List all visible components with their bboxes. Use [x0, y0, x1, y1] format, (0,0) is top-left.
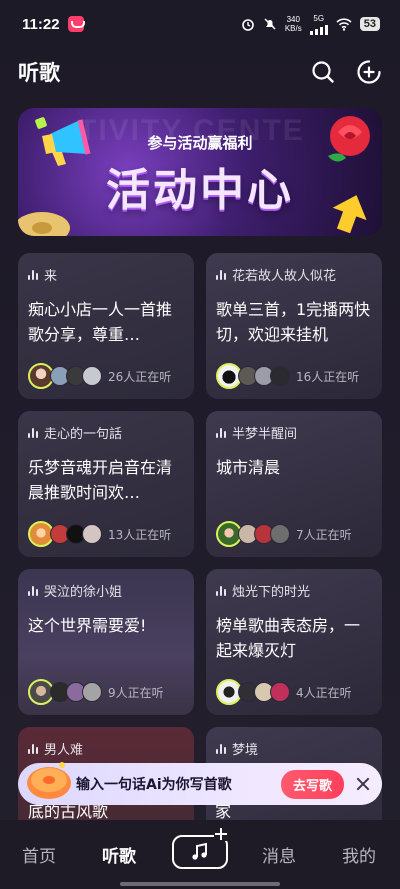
header: 听歌 [0, 52, 400, 92]
arrow-up-icon [332, 195, 367, 234]
room-host: 花若故人故人似花 [232, 268, 337, 284]
plus-icon [214, 827, 228, 841]
sound-wave-icon [28, 585, 38, 596]
nav-me[interactable]: 我的 [342, 842, 376, 867]
add-room-button[interactable] [356, 59, 382, 85]
signal-icon [309, 23, 328, 35]
room-title: 城市清晨 [216, 458, 281, 477]
listener-avatars [28, 363, 102, 389]
sound-wave-icon [28, 269, 38, 280]
room-card[interactable]: 花若故人故人似花 歌单三首，1完播两快切，欢迎来挂机 16人正在听 [206, 253, 382, 399]
net-speed-unit: KB/s [284, 24, 302, 33]
network-type: 5G [313, 13, 325, 23]
create-music-button[interactable] [172, 827, 228, 869]
room-host: 半梦半醒间 [232, 426, 298, 442]
listener-avatars [28, 679, 102, 705]
room-card[interactable]: 走心的一句話 乐梦音魂开启音在清晨推歌时间欢… 13人正在听 [18, 411, 194, 557]
search-button[interactable] [310, 59, 336, 85]
record-icon [18, 212, 70, 236]
listener-count: 16人正在听 [296, 369, 360, 384]
net-speed: 340 KB/s [285, 15, 302, 33]
listener-avatars [216, 679, 290, 705]
room-card[interactable]: 来 痴心小店一人一首推歌分享，尊重… 26人正在听 [18, 253, 194, 399]
nav-home[interactable]: 首页 [22, 842, 56, 867]
mute-icon [264, 18, 276, 30]
room-card[interactable]: 烛光下的时光 榜单歌曲表态房，一起来爆灭灯 4人正在听 [206, 569, 382, 715]
ai-song-prompt[interactable]: 输入一句话Ai为你写首歌 去写歌 [18, 762, 382, 805]
sound-wave-icon [216, 427, 226, 438]
alarm-icon [242, 19, 254, 31]
page-title: 听歌 [18, 61, 60, 85]
listener-avatars [216, 363, 290, 389]
sound-wave-icon [28, 743, 38, 754]
sound-wave-icon [216, 269, 226, 280]
vinyl-record-icon [27, 762, 71, 799]
listener-count: 13人正在听 [108, 527, 172, 542]
room-title: 榜单歌曲表态房，一起来爆灭灯 [216, 616, 361, 660]
room-host: 烛光下的时光 [232, 584, 311, 600]
room-host: 来 [44, 268, 58, 284]
listener-count: 26人正在听 [108, 369, 172, 384]
nav-messages[interactable]: 消息 [262, 842, 296, 867]
avatar [82, 366, 102, 386]
activity-center-banner[interactable]: TIVITY CENTE 参与活动赢福利 活动中心 [18, 108, 382, 236]
room-title: 痴心小店一人一首推歌分享，尊重… [28, 300, 173, 344]
home-indicator [120, 882, 280, 886]
room-host: 哭泣的徐小姐 [44, 584, 123, 600]
music-note-icon [192, 842, 207, 860]
add-circle-icon [357, 60, 381, 84]
banner-subtitle: 参与活动赢福利 [147, 134, 253, 152]
avatar [82, 682, 102, 702]
bottom-nav: 首页 听歌 消息 我的 [0, 820, 400, 889]
battery-indicator: 53 [359, 17, 380, 31]
sound-wave-icon [216, 585, 226, 596]
listener-avatars [28, 521, 102, 547]
status-bar: 11:22 340 KB/s 5G 53 [0, 0, 400, 48]
room-card[interactable]: 哭泣的徐小姐 这个世界需要爱! 9人正在听 [18, 569, 194, 715]
close-icon[interactable] [356, 777, 370, 791]
avatar [82, 524, 102, 544]
sound-wave-icon [28, 427, 38, 438]
room-card[interactable]: 半梦半醒间 城市清晨 7人正在听 [206, 411, 382, 557]
avatar [270, 682, 290, 702]
write-song-button[interactable]: 去写歌 [280, 769, 344, 799]
room-host: 梦境 [232, 742, 259, 758]
search-icon [312, 61, 334, 83]
room-title: 乐梦音魂开启音在清晨推歌时间欢… [28, 458, 173, 502]
banner-title: 活动中心 [106, 165, 294, 216]
listener-count: 9人正在听 [108, 685, 164, 700]
ai-prompt-text: 输入一句话Ai为你写首歌 [76, 777, 232, 793]
avatar [270, 524, 290, 544]
listener-count: 7人正在听 [296, 527, 352, 542]
app-notification-icon [67, 16, 85, 32]
listener-count: 4人正在听 [296, 685, 352, 700]
listener-avatars [216, 521, 290, 547]
sound-wave-icon [216, 743, 226, 754]
avatar [270, 366, 290, 386]
room-title: 歌单三首，1完播两快切，欢迎来挂机 [216, 300, 371, 344]
status-time: 11:22 [22, 15, 60, 33]
net-speed-value: 340 [286, 15, 300, 24]
room-host: 走心的一句話 [44, 426, 123, 442]
room-title: 这个世界需要爱! [28, 616, 147, 635]
wifi-icon [336, 17, 352, 31]
nav-listen[interactable]: 听歌 [102, 842, 136, 867]
